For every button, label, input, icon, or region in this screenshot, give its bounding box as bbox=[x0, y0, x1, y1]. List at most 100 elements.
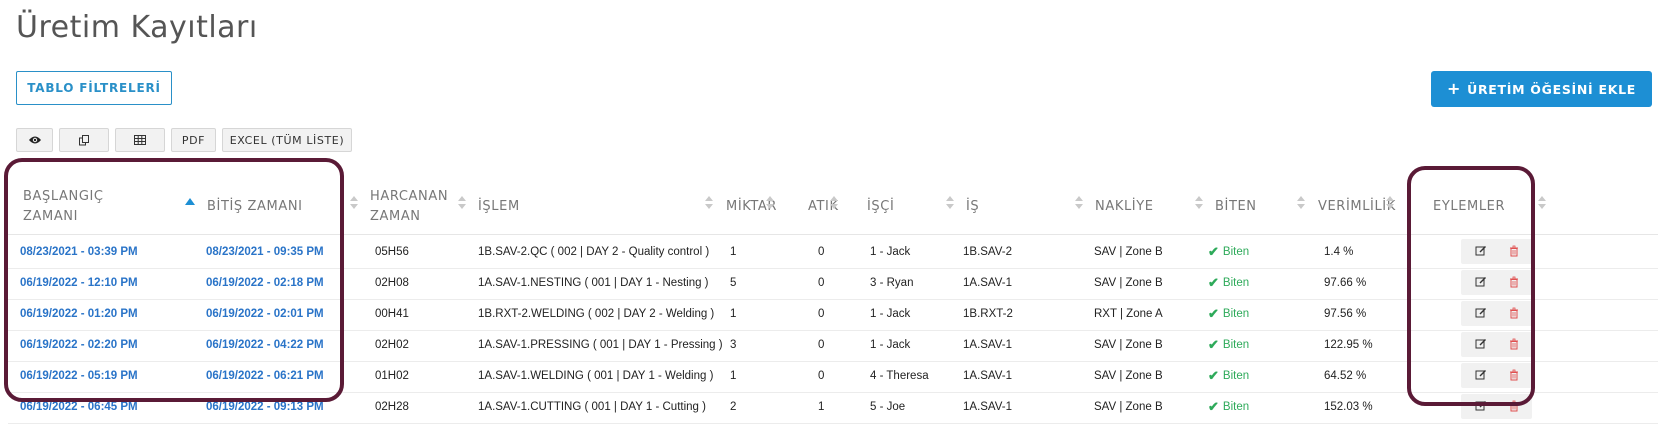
copy-icon bbox=[78, 134, 89, 145]
sort-icon[interactable] bbox=[458, 196, 466, 212]
status-label: Biten bbox=[1222, 307, 1250, 320]
cell-end-time[interactable]: 06/19/2022 - 06:21 PM bbox=[206, 359, 324, 392]
cell-start-time[interactable]: 06/19/2022 - 12:10 PM bbox=[20, 266, 138, 299]
table-header: BAŞLANGIÇ ZAMANI BİTİŞ ZAMANI HARCANAN Z… bbox=[8, 180, 1658, 235]
cell-operation: 1A.SAV-1.WELDING ( 001 | DAY 1 - Welding… bbox=[478, 369, 714, 382]
cell-job: 1A.SAV-1 bbox=[963, 400, 1013, 413]
cell-time-spent: 02H28 bbox=[375, 400, 409, 413]
trash-icon[interactable] bbox=[1508, 369, 1520, 381]
cell-efficiency: 122.95 % bbox=[1324, 338, 1373, 351]
column-header-job[interactable]: İŞ bbox=[966, 180, 979, 234]
column-visibility-button[interactable] bbox=[16, 128, 53, 152]
column-header-finished[interactable]: BİTEN bbox=[1215, 180, 1257, 234]
cell-worker: 1 - Jack bbox=[870, 245, 911, 258]
column-header-time-spent[interactable]: HARCANAN ZAMAN bbox=[370, 180, 448, 234]
cell-start-time[interactable]: 08/23/2021 - 03:39 PM bbox=[20, 235, 138, 268]
trash-icon[interactable] bbox=[1508, 338, 1520, 350]
cell-efficiency: 97.56 % bbox=[1324, 307, 1367, 320]
excel-full-list-button[interactable]: EXCEL (TÜM LİSTE) bbox=[222, 128, 352, 152]
cell-efficiency: 97.66 % bbox=[1324, 276, 1367, 289]
cell-operation: 1A.SAV-1.PRESSING ( 001 | DAY 1 - Pressi… bbox=[478, 338, 723, 351]
row-actions bbox=[1461, 363, 1532, 388]
cell-waste: 0 bbox=[818, 338, 825, 351]
cell-start-time[interactable]: 06/19/2022 - 02:20 PM bbox=[20, 328, 138, 361]
cell-job: 1B.SAV-2 bbox=[963, 245, 1013, 258]
edit-icon[interactable] bbox=[1475, 276, 1487, 288]
trash-icon[interactable] bbox=[1508, 276, 1520, 288]
sort-ascending-icon[interactable] bbox=[185, 198, 195, 205]
trash-icon[interactable] bbox=[1508, 245, 1520, 257]
pdf-button[interactable]: PDF bbox=[171, 128, 216, 152]
column-header-shipping[interactable]: NAKLİYE bbox=[1095, 180, 1154, 234]
column-header-worker[interactable]: İŞÇİ bbox=[867, 180, 894, 234]
column-header-start-time[interactable]: BAŞLANGIÇ ZAMANI bbox=[23, 180, 104, 234]
edit-icon[interactable] bbox=[1475, 338, 1487, 350]
cell-start-time[interactable]: 06/19/2022 - 05:19 PM bbox=[20, 359, 138, 392]
csv-button[interactable] bbox=[115, 128, 165, 152]
cell-end-time[interactable]: 06/19/2022 - 02:01 PM bbox=[206, 297, 324, 330]
sort-icon[interactable] bbox=[946, 196, 954, 212]
cell-end-time[interactable]: 08/23/2021 - 09:35 PM bbox=[206, 235, 324, 268]
cell-status: ✔ Biten bbox=[1208, 235, 1249, 268]
cell-job: 1A.SAV-1 bbox=[963, 276, 1013, 289]
copy-button[interactable] bbox=[59, 128, 109, 152]
edit-icon[interactable] bbox=[1475, 307, 1487, 319]
cell-time-spent: 02H08 bbox=[375, 276, 409, 289]
column-header-efficiency[interactable]: VERİMLİLİK bbox=[1318, 180, 1396, 234]
trash-icon[interactable] bbox=[1508, 400, 1520, 412]
add-production-item-label: ÜRETİM ÖĞESİNİ EKLE bbox=[1467, 81, 1636, 97]
cell-status: ✔ Biten bbox=[1208, 328, 1249, 361]
cell-end-time[interactable]: 06/19/2022 - 09:13 PM bbox=[206, 390, 324, 423]
cell-job: 1A.SAV-1 bbox=[963, 338, 1013, 351]
table-row: 06/19/2022 - 01:20 PM 06/19/2022 - 02:01 … bbox=[8, 297, 1658, 331]
edit-icon[interactable] bbox=[1475, 400, 1487, 412]
cell-status: ✔ Biten bbox=[1208, 359, 1249, 392]
cell-operation: 1B.RXT-2.WELDING ( 002 | DAY 2 - Welding… bbox=[478, 307, 715, 320]
column-header-end-time[interactable]: BİTİŞ ZAMANI bbox=[207, 180, 303, 234]
page-title: Üretim Kayıtları bbox=[16, 10, 258, 45]
table-filters-button[interactable]: TABLO FİLTRELERİ bbox=[16, 71, 172, 105]
check-icon: ✔ bbox=[1208, 243, 1219, 259]
sort-icon[interactable] bbox=[1075, 196, 1083, 212]
row-actions bbox=[1461, 394, 1532, 419]
sort-icon[interactable] bbox=[1297, 196, 1305, 212]
cell-time-spent: 02H02 bbox=[375, 338, 409, 351]
cell-waste: 0 bbox=[818, 276, 825, 289]
cell-end-time[interactable]: 06/19/2022 - 04:22 PM bbox=[206, 328, 324, 361]
cell-shipping: SAV | Zone B bbox=[1094, 369, 1163, 382]
cell-efficiency: 1.4 % bbox=[1324, 245, 1354, 258]
cell-time-spent: 00H41 bbox=[375, 307, 409, 320]
check-icon: ✔ bbox=[1208, 367, 1219, 383]
sort-icon[interactable] bbox=[1386, 196, 1394, 212]
cell-waste: 0 bbox=[818, 245, 825, 258]
cell-quantity: 2 bbox=[730, 400, 737, 413]
cell-quantity: 5 bbox=[730, 276, 737, 289]
cell-start-time[interactable]: 06/19/2022 - 01:20 PM bbox=[20, 297, 138, 330]
column-header-operation[interactable]: İŞLEM bbox=[478, 180, 520, 234]
cell-shipping: SAV | Zone B bbox=[1094, 338, 1163, 351]
status-label: Biten bbox=[1222, 369, 1250, 382]
trash-icon[interactable] bbox=[1508, 307, 1520, 319]
edit-icon[interactable] bbox=[1475, 245, 1487, 257]
cell-quantity: 3 bbox=[730, 338, 737, 351]
cell-start-time[interactable]: 06/19/2022 - 06:45 PM bbox=[20, 390, 138, 423]
cell-job: 1B.RXT-2 bbox=[963, 307, 1013, 320]
sort-icon[interactable] bbox=[830, 196, 838, 212]
check-icon: ✔ bbox=[1208, 336, 1219, 352]
check-icon: ✔ bbox=[1208, 274, 1219, 290]
sort-icon[interactable] bbox=[1195, 196, 1203, 212]
add-production-item-button[interactable]: + ÜRETİM ÖĞESİNİ EKLE bbox=[1431, 71, 1652, 107]
row-actions bbox=[1461, 239, 1532, 264]
sort-icon[interactable] bbox=[705, 196, 713, 212]
sort-icon[interactable] bbox=[350, 196, 358, 212]
plus-icon: + bbox=[1447, 79, 1462, 98]
status-label: Biten bbox=[1222, 245, 1250, 258]
sort-icon[interactable] bbox=[766, 196, 774, 212]
table-row: 06/19/2022 - 12:10 PM 06/19/2022 - 02:18 … bbox=[8, 266, 1658, 300]
table-row: 06/19/2022 - 06:45 PM 06/19/2022 - 09:13 … bbox=[8, 390, 1658, 424]
cell-end-time[interactable]: 06/19/2022 - 02:18 PM bbox=[206, 266, 324, 299]
sort-icon[interactable] bbox=[1538, 196, 1546, 212]
cell-waste: 1 bbox=[818, 400, 825, 413]
check-icon: ✔ bbox=[1208, 398, 1219, 414]
edit-icon[interactable] bbox=[1475, 369, 1487, 381]
